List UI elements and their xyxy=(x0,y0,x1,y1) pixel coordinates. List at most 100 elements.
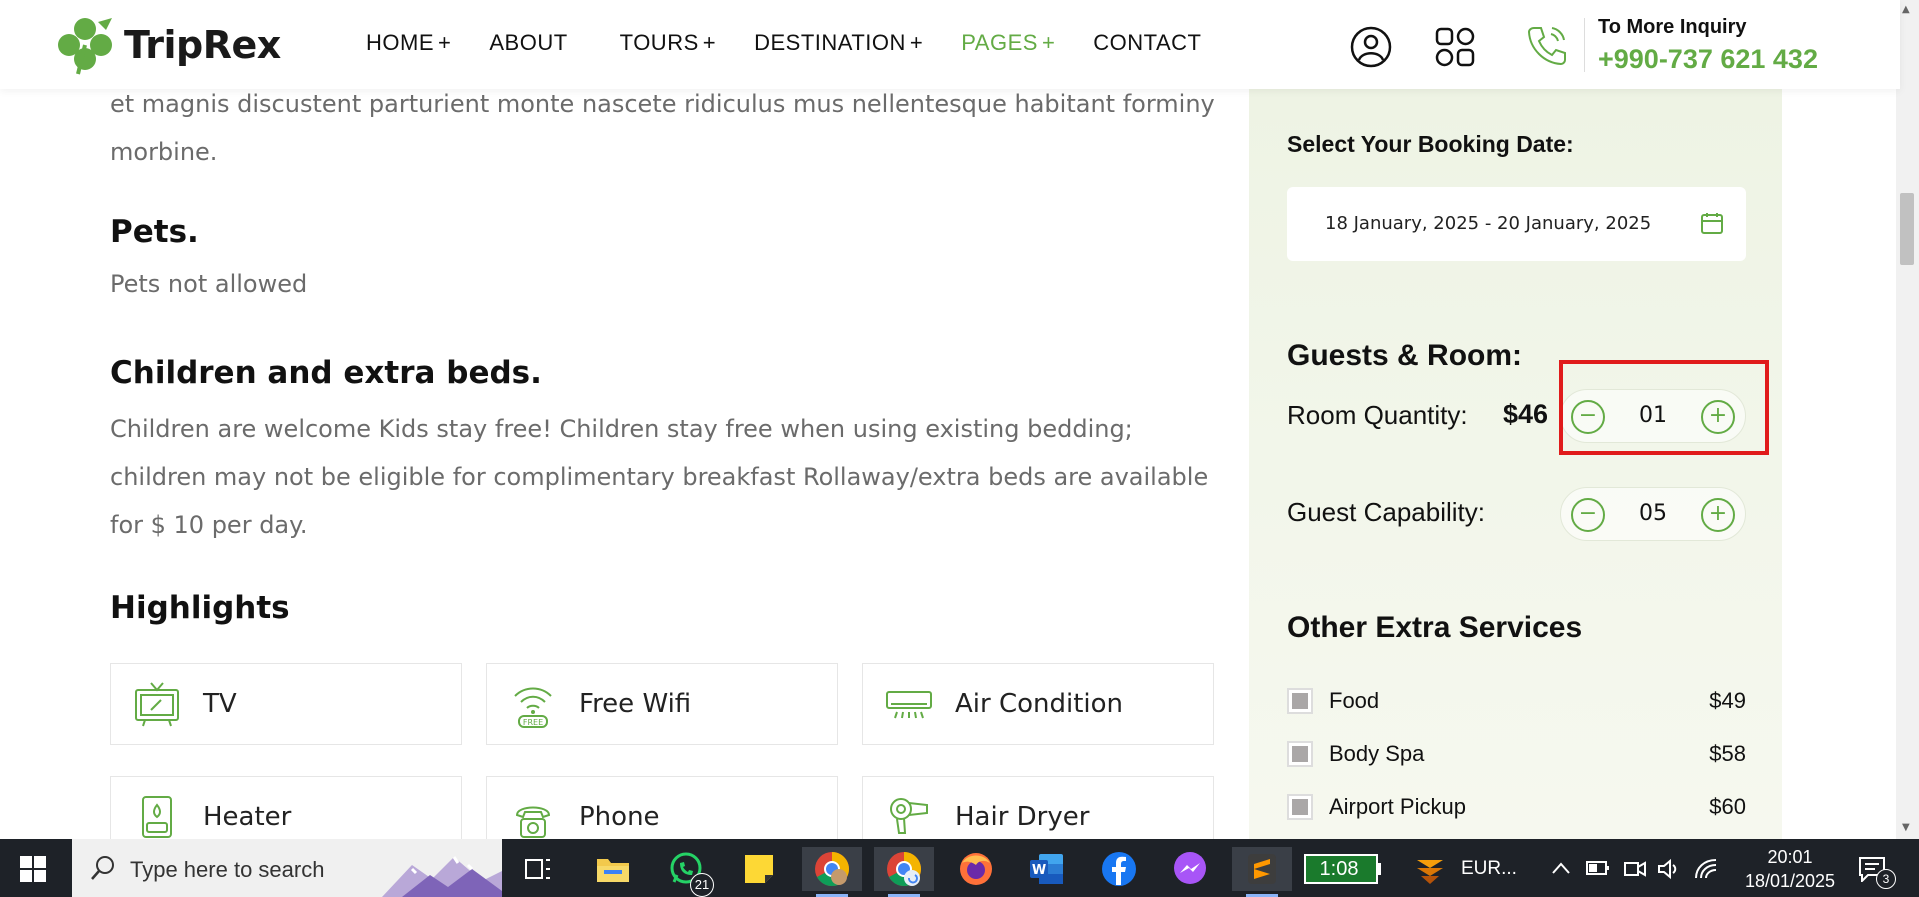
search-highlight-mountains-icon xyxy=(382,856,502,897)
nav-pages-label: PAGES xyxy=(961,30,1038,55)
service-name: Airport Pickup xyxy=(1329,794,1466,819)
service-name: Body Spa xyxy=(1329,741,1425,766)
file-explorer-icon[interactable] xyxy=(583,847,643,891)
battery-timer-text: 1:08 xyxy=(1319,857,1359,880)
whatsapp-notification-badge: 21 xyxy=(690,873,714,897)
phone-icon xyxy=(509,793,557,841)
scroll-up-arrow-icon[interactable]: ▲ xyxy=(1902,4,1910,15)
highlight-card-air-condition: Air Condition xyxy=(862,663,1214,745)
highlight-label: Air Condition xyxy=(955,689,1124,719)
highlight-label: Phone xyxy=(579,802,660,832)
sticky-notes-icon[interactable] xyxy=(729,847,789,891)
room-price: $46 xyxy=(1503,399,1549,429)
nav-tours-label: TOURS xyxy=(619,30,699,55)
service-checkbox[interactable] xyxy=(1287,794,1313,820)
taskbar-clock[interactable]: 20:01 18/01/2025 xyxy=(1735,845,1845,893)
word-icon[interactable]: W xyxy=(1017,847,1077,891)
highlight-label: Free Wifi xyxy=(579,689,692,719)
nav-tours-plus: + xyxy=(702,30,717,55)
nav-tours[interactable]: TOURS + xyxy=(620,30,716,56)
children-heading: Children and extra beds. xyxy=(110,355,542,391)
webcam-icon[interactable] xyxy=(1624,859,1646,879)
nav-contact-label: CONTACT xyxy=(1093,30,1202,55)
page-scrollbar[interactable]: ▲ ▼ xyxy=(1896,0,1919,839)
windows-taskbar: Type here to search 21 W 1:08 EUR... 20:… xyxy=(0,839,1919,897)
phone-call-icon xyxy=(1527,27,1566,66)
nav-destination-plus: + xyxy=(909,30,924,55)
facebook-icon[interactable] xyxy=(1089,847,1149,891)
inquiry-phone-number[interactable]: +990-737 621 432 xyxy=(1598,44,1818,75)
nav-contact[interactable]: CONTACT xyxy=(1093,30,1201,56)
speaker-icon[interactable] xyxy=(1657,858,1681,880)
guest-capability-stepper: − 05 + xyxy=(1560,487,1746,541)
tv-icon xyxy=(133,680,181,728)
nav-pages-plus: + xyxy=(1041,30,1056,55)
highlight-card-tv: TV xyxy=(110,663,462,745)
nav-home[interactable]: HOME + xyxy=(366,30,451,56)
clover-logo-icon xyxy=(58,18,112,75)
service-name: Food xyxy=(1329,688,1380,713)
eur-app-icon[interactable] xyxy=(1400,847,1460,891)
nav-destination-label: DESTINATION xyxy=(754,30,906,55)
pets-text: Pets not allowed xyxy=(110,270,308,298)
hair-dryer-icon xyxy=(885,793,933,841)
taskbar-search-box[interactable]: Type here to search xyxy=(72,839,502,897)
logo[interactable]: TripRex xyxy=(54,14,281,76)
messenger-icon[interactable] xyxy=(1160,847,1220,891)
service-checkbox[interactable] xyxy=(1287,741,1313,767)
guest-capability-label: Guest Capability: xyxy=(1287,497,1485,527)
wifi-signal-icon[interactable] xyxy=(1694,858,1718,880)
clock-time: 20:01 xyxy=(1767,847,1813,867)
guest-capability-increment-button[interactable]: + xyxy=(1701,498,1735,532)
intro-paragraph: et magnis discustent parturient monte na… xyxy=(110,80,1215,176)
scroll-thumb[interactable] xyxy=(1900,193,1914,265)
booking-sidebar: Select Your Booking Date: 18 January, 20… xyxy=(1249,89,1782,839)
user-icon[interactable] xyxy=(1350,26,1392,68)
inquiry-label: To More Inquiry xyxy=(1598,16,1747,38)
battery-timer-icon[interactable]: 1:08 xyxy=(1303,847,1383,891)
nav-about[interactable]: ABOUT xyxy=(489,30,567,56)
scroll-down-arrow-icon[interactable]: ▼ xyxy=(1902,822,1910,833)
chrome-profile-1-icon[interactable] xyxy=(802,847,862,897)
extra-services-heading: Other Extra Services xyxy=(1287,611,1583,644)
calendar-icon[interactable] xyxy=(1700,211,1724,235)
sublime-text-icon[interactable] xyxy=(1232,847,1292,897)
svg-text:W: W xyxy=(1032,863,1046,878)
guests-room-heading: Guests & Room: xyxy=(1287,339,1523,372)
nav-destination[interactable]: DESTINATION + xyxy=(754,30,923,56)
chrome-profile-2-icon[interactable] xyxy=(874,847,934,897)
intro-text: et magnis discustent parturient monte na… xyxy=(110,90,1215,166)
battery-icon[interactable] xyxy=(1586,859,1610,877)
task-view-icon[interactable] xyxy=(508,847,568,891)
highlight-label: TV xyxy=(203,689,237,719)
highlight-label: Heater xyxy=(203,802,292,832)
nav-pages[interactable]: PAGES + xyxy=(961,30,1055,56)
windows-start-icon[interactable] xyxy=(20,856,46,882)
nav-home-label: HOME xyxy=(366,30,434,55)
room-quantity-label: Room Quantity: xyxy=(1287,400,1468,430)
wifi-free-label: FREE xyxy=(523,718,543,727)
highlight-label: Hair Dryer xyxy=(955,802,1090,832)
service-row-body-spa: Body Spa $58 xyxy=(1287,739,1746,769)
header-separator xyxy=(1584,18,1585,72)
search-placeholder: Type here to search xyxy=(130,857,325,882)
service-checkbox[interactable] xyxy=(1287,688,1313,714)
logo-text: TripRex xyxy=(124,23,281,67)
booking-date-value: 18 January, 2025 - 20 January, 2025 xyxy=(1325,213,1652,234)
service-row-food: Food $49 xyxy=(1287,686,1746,716)
air-conditioner-icon xyxy=(885,680,933,728)
site-header: TripRex HOME + ABOUT TOURS + DESTINATION + … xyxy=(0,0,1900,89)
search-icon xyxy=(91,856,114,880)
pets-heading: Pets. xyxy=(110,214,199,250)
booking-date-input[interactable]: 18 January, 2025 - 20 January, 2025 xyxy=(1287,187,1746,261)
highlight-card-free-wifi: FREE Free Wifi xyxy=(486,663,838,745)
main-nav: HOME + ABOUT TOURS + DESTINATION + PAGES + C… xyxy=(366,30,1240,56)
nav-home-plus: + xyxy=(438,30,452,55)
eur-label[interactable]: EUR... xyxy=(1461,858,1517,880)
highlights-heading: Highlights xyxy=(110,590,290,626)
chevron-up-icon[interactable] xyxy=(1551,861,1571,875)
firefox-icon[interactable] xyxy=(946,847,1006,891)
whatsapp-icon[interactable]: 21 xyxy=(656,847,716,897)
service-row-airport-pickup: Airport Pickup $60 xyxy=(1287,792,1746,822)
grid-menu-icon[interactable] xyxy=(1434,26,1476,68)
